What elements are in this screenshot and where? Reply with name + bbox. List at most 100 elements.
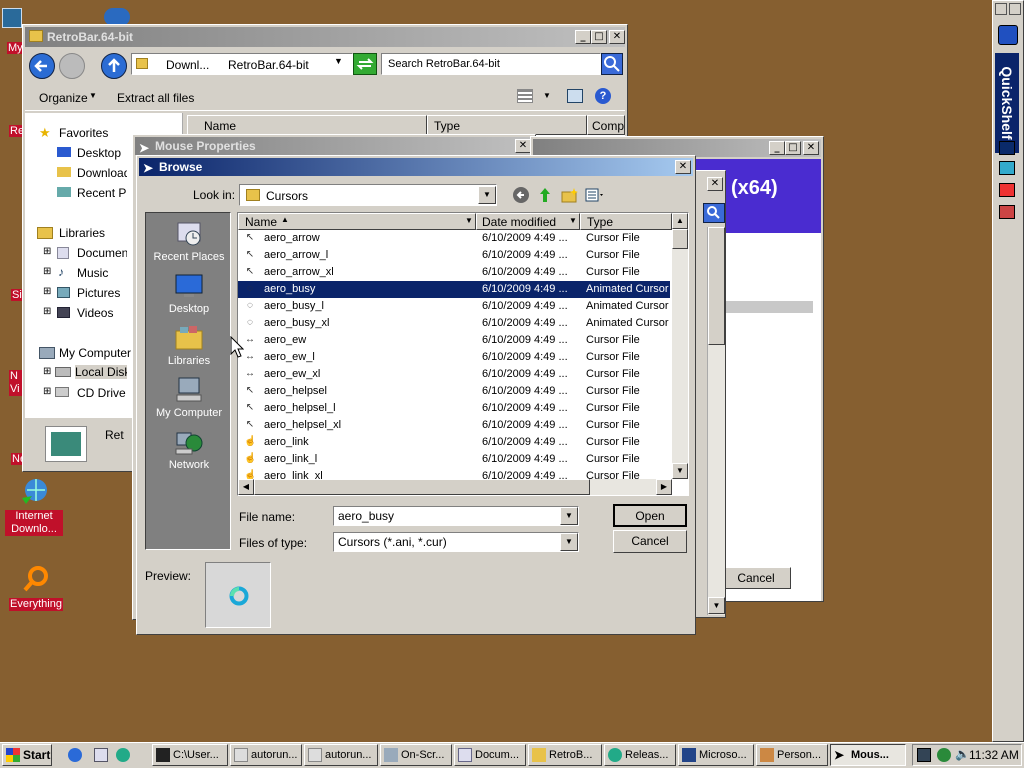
maximize-button[interactable]: □ <box>785 141 801 155</box>
expand-icon[interactable]: ⊞ <box>43 266 51 277</box>
desktop-icon-partial[interactable] <box>2 8 22 28</box>
scroll-left-button[interactable]: ◀ <box>238 479 254 495</box>
expand-icon[interactable]: ⊞ <box>43 386 51 397</box>
close-button[interactable]: ✕ <box>609 30 625 44</box>
place-recent[interactable]: Recent Places <box>146 219 232 263</box>
browse-titlebar[interactable]: ➤ Browse ✕ <box>139 158 693 176</box>
scroll-up-button[interactable]: ▲ <box>672 213 688 229</box>
clock[interactable]: 11:32 AM <box>969 748 1019 762</box>
maximize-button[interactable]: □ <box>591 30 607 44</box>
shelf-item-icon[interactable] <box>999 205 1015 219</box>
close-button[interactable]: ✕ <box>515 139 531 153</box>
scroll-down-button[interactable]: ▼ <box>708 597 725 614</box>
desktop-icon-internet-download[interactable]: Internet Downlo... <box>4 476 64 536</box>
expand-icon[interactable]: ⊞ <box>43 366 51 377</box>
chevron-down-icon[interactable]: ▼ <box>465 216 473 225</box>
back-button[interactable] <box>513 187 529 203</box>
column-header-compressed[interactable]: Compre <box>587 115 625 135</box>
address-bar[interactable]: Downl... RetroBar.64-bit ▼ <box>131 53 353 75</box>
file-list[interactable]: Name ▲ ▼ Date modified ▼ Type ↖ aero_arro… <box>237 212 689 496</box>
close-button[interactable]: ✕ <box>707 177 723 191</box>
column-header-date[interactable]: Date modified ▼ <box>476 213 580 230</box>
scroll-down-button[interactable]: ▼ <box>672 463 688 479</box>
expand-icon[interactable]: ⊞ <box>43 286 51 297</box>
file-type-select[interactable]: Cursors (*.ani, *.cur) ▼ <box>333 532 579 552</box>
shelf-item-icon[interactable] <box>999 183 1015 197</box>
nav-libraries[interactable]: Libraries <box>59 226 105 240</box>
chevron-down-icon[interactable]: ▼ <box>560 507 578 525</box>
nav-local-disk[interactable]: Local Disk <box>75 365 127 379</box>
file-row[interactable]: ◌ aero_busy 6/10/2009 4:49 ... Animated Cur… <box>238 281 670 298</box>
desktop-icon-everything[interactable]: Everything <box>6 564 66 611</box>
place-network[interactable]: Network <box>146 427 232 471</box>
view-list-icon[interactable] <box>517 89 533 103</box>
nav-videos[interactable]: Videos <box>77 306 113 320</box>
file-row[interactable]: ☝ aero_link_l 6/10/2009 4:49 ... Cursor Fil… <box>238 451 670 468</box>
file-row[interactable]: ↖ aero_arrow_xl 6/10/2009 4:49 ... Cursor F… <box>238 264 670 281</box>
task-button[interactable]: RetroB... <box>528 744 602 766</box>
vertical-scrollbar[interactable]: ▲ ▼ <box>672 213 688 479</box>
chevron-down-icon[interactable]: ▼ <box>569 216 577 225</box>
task-button[interactable]: Releas... <box>604 744 676 766</box>
file-row[interactable]: ↔ aero_ew 6/10/2009 4:49 ... Cursor File <box>238 332 670 349</box>
breadcrumb-1[interactable]: Downl... <box>166 58 209 72</box>
refresh-button[interactable] <box>353 53 377 75</box>
nav-documents[interactable]: Documents <box>77 246 127 260</box>
forward-button[interactable] <box>59 53 85 79</box>
mouse-properties-titlebar[interactable]: ➤ Mouse Properties ✕ <box>135 137 533 155</box>
open-button[interactable]: Open <box>613 504 687 527</box>
minimize-button[interactable]: _ <box>575 30 591 44</box>
nav-cd-drive[interactable]: CD Drive <box>77 386 127 400</box>
file-row[interactable]: ↖ aero_arrow_l 6/10/2009 4:49 ... Cursor Fi… <box>238 247 670 264</box>
app-quicklaunch-icon[interactable] <box>116 748 130 762</box>
up-button[interactable] <box>101 53 127 79</box>
file-row[interactable]: ↖ aero_arrow 6/10/2009 4:49 ... Cursor File <box>238 230 670 247</box>
search-button[interactable] <box>703 203 725 223</box>
file-row[interactable]: ↔ aero_ew_l 6/10/2009 4:49 ... Cursor File <box>238 349 670 366</box>
extract-all-button[interactable]: Extract all files <box>117 91 194 105</box>
nav-recent[interactable]: Recent Places <box>77 186 127 200</box>
place-computer[interactable]: My Computer <box>146 375 232 419</box>
column-header-name[interactable]: Name <box>187 115 427 135</box>
show-desktop-icon[interactable] <box>94 748 108 762</box>
file-row[interactable]: ↖ aero_helpsel_l 6/10/2009 4:49 ... Cursor … <box>238 400 670 417</box>
quickshelf-logo-icon[interactable] <box>998 25 1018 45</box>
nav-desktop[interactable]: Desktop <box>77 146 121 160</box>
ie-quicklaunch-icon[interactable] <box>68 748 82 762</box>
grid-icon[interactable] <box>1009 3 1021 15</box>
organize-button[interactable]: Organize <box>39 91 88 105</box>
browse-dialog[interactable]: ➤ Browse ✕ Look in: Cursors ▼ Recent Pla… <box>136 155 696 635</box>
column-header-type[interactable]: Type <box>580 213 672 230</box>
back-button[interactable] <box>29 53 55 79</box>
place-libraries[interactable]: Libraries <box>146 323 232 367</box>
file-row[interactable]: ☝ aero_link 6/10/2009 4:49 ... Cursor File <box>238 434 670 451</box>
file-row[interactable]: ◌ aero_busy_l 6/10/2009 4:49 ... Animated C… <box>238 298 670 315</box>
column-header-name[interactable]: Name ▲ ▼ <box>238 213 476 230</box>
column-header-type[interactable]: Type <box>427 115 587 135</box>
file-row[interactable]: ◌ aero_busy_xl 6/10/2009 4:49 ... Animated … <box>238 315 670 332</box>
nav-pictures[interactable]: Pictures <box>77 286 120 300</box>
scroll-right-button[interactable]: ▶ <box>656 479 672 495</box>
file-row[interactable]: ↖ aero_helpsel 6/10/2009 4:49 ... Cursor Fi… <box>238 383 670 400</box>
chevron-down-icon[interactable]: ▼ <box>478 186 496 204</box>
file-row[interactable]: ☝ aero_link_xl 6/10/2009 4:49 ... Cursor Fi… <box>238 468 670 479</box>
speaker-icon[interactable]: 🔈 <box>955 747 970 761</box>
task-button[interactable]: Docum... <box>454 744 526 766</box>
task-button[interactable]: autorun... <box>230 744 302 766</box>
expand-icon[interactable]: ⊞ <box>43 306 51 317</box>
shelf-item-icon[interactable] <box>999 141 1015 155</box>
expand-icon[interactable]: ⊞ <box>43 246 51 257</box>
close-button[interactable]: ✕ <box>675 160 691 174</box>
nav-downloads[interactable]: Downloads <box>77 166 127 180</box>
vertical-scrollbar[interactable]: ▼ <box>707 227 725 615</box>
scrollbar-thumb[interactable] <box>708 227 725 345</box>
nav-music[interactable]: Music <box>77 266 108 280</box>
breadcrumb-2[interactable]: RetroBar.64-bit <box>228 58 309 72</box>
shelf-item-icon[interactable] <box>999 161 1015 175</box>
task-button[interactable]: Microso... <box>678 744 754 766</box>
network-tray-icon[interactable] <box>917 748 931 762</box>
up-folder-button[interactable] <box>537 186 553 204</box>
scrollbar-thumb[interactable] <box>672 229 688 249</box>
nav-favorites[interactable]: Favorites <box>59 126 108 140</box>
help-icon[interactable]: ? <box>595 88 611 104</box>
